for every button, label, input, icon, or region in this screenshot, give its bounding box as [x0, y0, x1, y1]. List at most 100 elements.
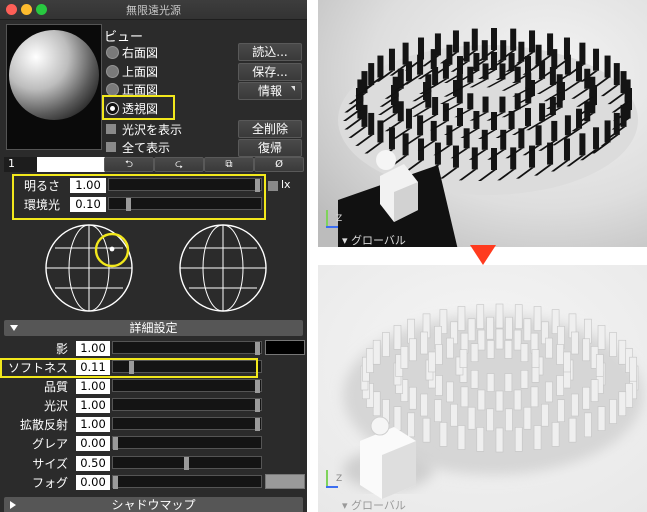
radio-icon	[106, 65, 119, 78]
axis-z-label: Z	[336, 474, 343, 484]
lx-checkbox[interactable]	[268, 181, 278, 191]
detail-row: 拡散反射 1.00	[0, 416, 265, 432]
disclosure-triangle-icon	[10, 325, 18, 331]
detail-row: サイズ 0.50	[0, 455, 265, 471]
dropdown-chevron-icon	[291, 86, 295, 91]
lx-label: lx	[281, 178, 291, 191]
view-label-right: 右面図	[122, 46, 159, 60]
show-all-label: 全て表示	[122, 141, 171, 155]
slider-thumb[interactable]	[126, 198, 131, 211]
brightness-field[interactable]: 1.00	[70, 178, 106, 193]
info-button[interactable]: 情報	[238, 82, 302, 100]
detail-row: 品質 1.00	[0, 378, 265, 394]
detail-row: 光沢 1.00	[0, 397, 265, 413]
delete-all-button[interactable]: 全削除	[238, 120, 302, 138]
axis-z-label: Z	[336, 214, 343, 224]
title-bar: 無限遠光源	[0, 0, 307, 20]
ambient-field[interactable]: 0.10	[70, 197, 106, 212]
light-color-swatch[interactable]	[37, 157, 105, 172]
detail-row-slider[interactable]	[112, 456, 262, 470]
rotate-left-button[interactable]: ⮌	[104, 157, 154, 172]
arrow-down-icon	[470, 245, 496, 265]
shadow-color-swatch[interactable]	[265, 340, 305, 355]
detail-row-label: サイズ	[32, 457, 68, 471]
detail-row-field[interactable]: 1.00	[76, 341, 110, 356]
detail-row-slider[interactable]	[112, 341, 262, 355]
detail-row-slider[interactable]	[112, 475, 262, 489]
rotate-right-button[interactable]: ⮎	[154, 157, 204, 172]
detail-row-label: 品質	[43, 380, 68, 394]
save-button[interactable]: 保存...	[238, 63, 302, 81]
render-before: Z ▾ グローバル	[318, 0, 647, 247]
detail-row-label: フォグ	[31, 476, 68, 490]
detail-row-field[interactable]: 0.00	[76, 436, 110, 451]
remove-light-button[interactable]: Ø	[254, 157, 304, 172]
view-heading: ビュー	[104, 30, 144, 45]
detail-row-slider[interactable]	[112, 398, 262, 412]
shadowmap-section-header[interactable]: シャドウマップ	[4, 497, 303, 512]
rotate-left-icon: ⮌	[124, 159, 133, 170]
view-label-top: 上面図	[122, 65, 159, 79]
sphere-preview-icon	[9, 30, 99, 120]
detail-row-slider[interactable]	[112, 436, 262, 450]
remove-icon: Ø	[275, 159, 283, 170]
light-preview	[6, 24, 102, 150]
slider-thumb[interactable]	[113, 476, 118, 489]
checkbox-icon	[106, 124, 116, 134]
light-toolbar: ⮌ ⮎ ⧉ Ø	[104, 157, 304, 172]
slider-thumb[interactable]	[184, 457, 189, 470]
light-direction-globe[interactable]	[43, 222, 135, 314]
slider-thumb[interactable]	[113, 437, 118, 450]
global-text: グローバル	[351, 234, 406, 247]
load-button[interactable]: 読込...	[238, 43, 302, 61]
duplicate-button[interactable]: ⧉	[204, 157, 254, 172]
brightness-label: 明るさ	[24, 179, 61, 193]
detail-row-field[interactable]: 1.00	[76, 379, 110, 394]
show-gloss-label: 光沢を表示	[122, 123, 183, 137]
disclosure-triangle-icon	[10, 501, 16, 509]
fog-color-swatch[interactable]	[265, 474, 305, 489]
axis-gizmo: Z	[324, 210, 344, 232]
slider-thumb[interactable]	[255, 418, 260, 431]
details-section-header[interactable]: 詳細設定	[4, 320, 303, 336]
light-index: 1	[8, 157, 15, 170]
duplicate-icon: ⧉	[225, 159, 233, 170]
global-label-bottom: ▾ グローバル	[342, 499, 406, 512]
shadowmap-section-label: シャドウマップ	[111, 498, 196, 512]
detail-row-slider[interactable]	[112, 379, 262, 393]
detail-row-field[interactable]: 1.00	[76, 398, 110, 413]
checkbox-icon	[106, 142, 116, 152]
detail-row-field[interactable]: 1.00	[76, 417, 110, 432]
detail-row-field[interactable]: 0.50	[76, 456, 110, 471]
global-label-top: ▾ グローバル	[342, 234, 406, 247]
window-title: 無限遠光源	[126, 4, 181, 17]
detail-row: グレア 0.00	[0, 435, 265, 451]
rotate-right-icon: ⮎	[174, 159, 183, 170]
slider-thumb[interactable]	[255, 380, 260, 393]
ambient-label: 環境光	[24, 198, 61, 212]
light-panel-window: 無限遠光源 ビュー 右面図 上面図 正面図 透視図 光沢を表示 全て表示 読込.…	[0, 0, 307, 512]
scene-soft-shadow	[318, 265, 647, 512]
brightness-slider[interactable]	[108, 178, 262, 192]
detail-row-label: 光沢	[43, 399, 68, 413]
restore-button[interactable]: 復帰	[238, 139, 302, 157]
detail-row: フォグ 0.00	[0, 474, 265, 490]
radio-icon	[106, 46, 119, 59]
scene-hard-shadow	[318, 0, 647, 247]
secondary-direction-globe[interactable]	[177, 222, 269, 314]
detail-row-field[interactable]: 0.00	[76, 475, 110, 490]
details-section-label: 詳細設定	[129, 321, 178, 335]
detail-row: 影 1.00	[0, 340, 265, 356]
detail-row-label: 影	[55, 342, 68, 356]
render-after: Z ▾ グローバル	[318, 265, 647, 512]
axis-gizmo: Z	[324, 470, 344, 492]
slider-thumb[interactable]	[255, 179, 260, 192]
detail-row-label: 拡散反射	[19, 418, 68, 432]
detail-row-slider[interactable]	[112, 417, 262, 431]
slider-thumb[interactable]	[255, 399, 260, 412]
view-label-perspective: 透視図	[122, 102, 159, 116]
slider-thumb[interactable]	[255, 342, 260, 355]
radio-selected-icon	[106, 102, 119, 115]
highlight-softness	[0, 358, 258, 378]
ambient-slider[interactable]	[108, 197, 262, 211]
